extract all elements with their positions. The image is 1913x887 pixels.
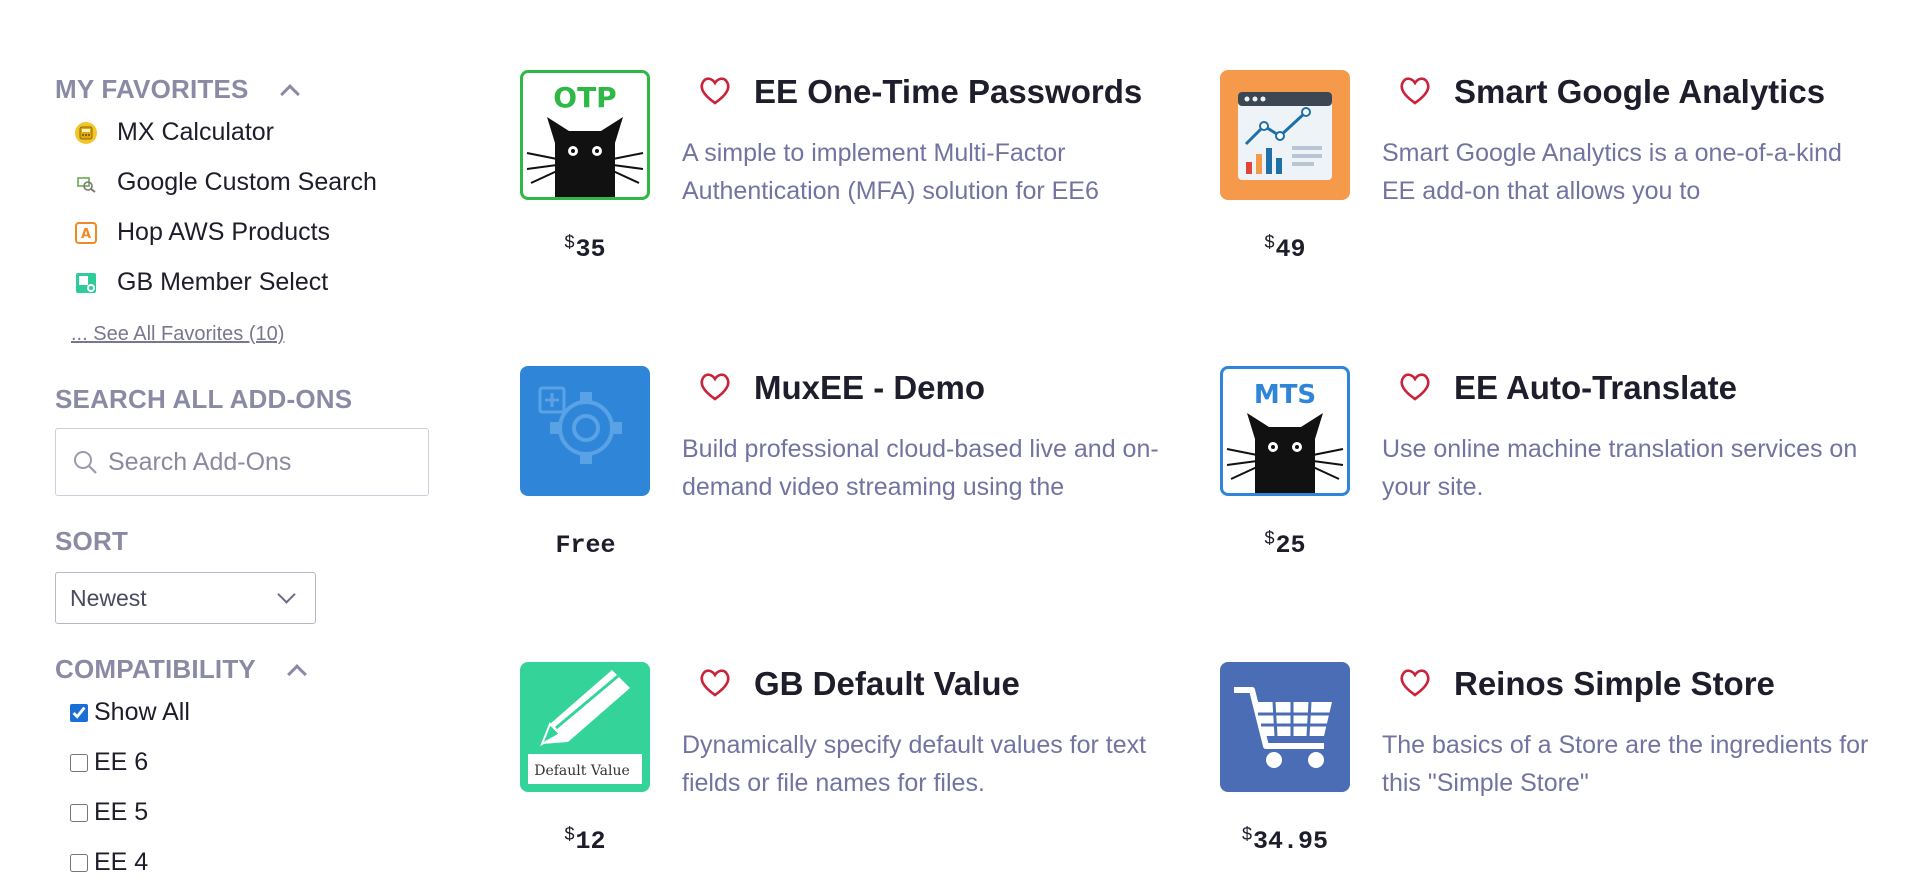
price-value: 49	[1275, 235, 1306, 264]
addon-title[interactable]: Reinos Simple Store	[1454, 662, 1775, 706]
addon-price: $12	[520, 824, 650, 856]
compat-option-show-all[interactable]: Show All	[70, 698, 190, 727]
ee4-checkbox[interactable]	[70, 853, 88, 872]
chevron-up-icon[interactable]	[279, 83, 300, 104]
currency-symbol: $	[564, 824, 575, 844]
analytics-chart-icon[interactable]	[1220, 70, 1350, 200]
show-all-checkbox[interactable]	[70, 703, 88, 722]
favorite-item-hop-aws-products[interactable]: A Hop AWS Products	[75, 218, 331, 247]
ee5-checkbox[interactable]	[70, 803, 88, 822]
addon-price: $25	[1220, 528, 1350, 560]
shopping-cart-icon[interactable]	[1220, 662, 1350, 792]
compatibility-heading[interactable]: COMPATIBILITY	[55, 654, 307, 685]
addon-card: Smart Google Analytics Smart Google Anal…	[1220, 70, 1910, 290]
addon-description: A simple to implement Multi-Factor Authe…	[682, 139, 1099, 205]
addon-description: Smart Google Analytics is a one-of-a-kin…	[1382, 139, 1842, 205]
chevron-up-icon[interactable]	[287, 663, 307, 684]
search-input[interactable]	[108, 439, 408, 485]
price-value: Free	[555, 531, 616, 560]
svg-text:Default Value: Default Value	[534, 763, 630, 779]
member-select-icon	[73, 270, 99, 296]
addon-price: $34.95	[1220, 824, 1350, 856]
mts-cat-icon[interactable]: MTS	[1220, 366, 1350, 496]
addon-description: The basics of a Store are the ingredient…	[1382, 731, 1869, 797]
heart-icon[interactable]	[1398, 372, 1432, 402]
heart-icon[interactable]	[698, 372, 732, 402]
search-heading: SEARCH ALL ADD-ONS	[55, 384, 353, 414]
heart-icon[interactable]	[1398, 668, 1432, 698]
addon-card: MTS EE Auto-Translate Use online machine…	[1220, 366, 1910, 586]
addon-card: MuxEE - Demo Build professional cloud-ba…	[520, 366, 1210, 586]
addon-description: Dynamically specify default values for t…	[682, 731, 1147, 797]
addon-card: OTP EE One-Time Passwords A simple to im…	[520, 70, 1210, 290]
compat-option-label: EE 6	[94, 748, 149, 776]
compat-option-label: EE 5	[94, 798, 149, 826]
addon-title[interactable]: GB Default Value	[754, 662, 1020, 706]
addon-card: Default Value GB Default Value Dynamical…	[520, 662, 1210, 882]
ee6-checkbox[interactable]	[70, 753, 88, 772]
search-box[interactable]	[55, 428, 429, 496]
favorites-heading[interactable]: MY FAVORITES	[55, 74, 300, 105]
currency-symbol: $	[1241, 824, 1252, 844]
sort-value: Newest	[70, 584, 147, 611]
search-engine-icon	[73, 170, 99, 196]
addon-price: $49	[1220, 232, 1350, 264]
sort-select[interactable]: Newest	[55, 572, 316, 624]
compat-option-ee6[interactable]: EE 6	[70, 748, 148, 777]
heart-icon[interactable]	[698, 76, 732, 106]
sort-heading: SORT	[55, 526, 129, 556]
addon-price: $35	[520, 232, 650, 264]
addon-title[interactable]: Smart Google Analytics	[1454, 70, 1825, 114]
svg-text:OTP: OTP	[553, 81, 616, 114]
addon-title[interactable]: EE Auto-Translate	[1454, 366, 1737, 410]
favorite-label: Google Custom Search	[117, 168, 377, 196]
heart-icon[interactable]	[698, 668, 732, 698]
calculator-icon	[73, 120, 99, 146]
gear-icon[interactable]	[520, 366, 650, 496]
pencil-icon[interactable]: Default Value	[520, 662, 650, 792]
compat-option-label: EE 4	[94, 848, 149, 876]
heart-icon[interactable]	[1398, 76, 1432, 106]
price-value: 35	[575, 235, 606, 264]
compatibility-heading-label: COMPATIBILITY	[55, 654, 256, 684]
price-value: 12	[575, 827, 606, 856]
addon-card: Reinos Simple Store The basics of a Stor…	[1220, 662, 1910, 882]
favorite-item-google-custom-search[interactable]: Google Custom Search	[77, 168, 377, 197]
price-value: 25	[1275, 531, 1306, 560]
price-value: 34.95	[1253, 827, 1329, 856]
otp-cat-icon[interactable]: OTP	[520, 70, 650, 200]
currency-symbol: $	[1264, 528, 1275, 548]
amazon-icon: A	[73, 220, 99, 246]
compat-option-ee5[interactable]: EE 5	[70, 798, 148, 827]
currency-symbol: $	[564, 232, 575, 252]
compat-option-label: Show All	[94, 698, 190, 726]
compat-option-ee4[interactable]: EE 4	[70, 848, 148, 877]
favorite-label: Hop AWS Products	[117, 218, 331, 246]
search-icon	[74, 451, 97, 474]
chevron-down-icon	[277, 585, 296, 604]
addon-description: Build professional cloud-based live and …	[682, 435, 1159, 501]
addon-description: Use online machine translation services …	[1382, 435, 1858, 501]
svg-text:MTS: MTS	[1254, 380, 1316, 410]
currency-symbol: $	[1264, 232, 1275, 252]
see-all-favorites-link[interactable]: ... See All Favorites (10)	[71, 323, 284, 346]
favorite-label: MX Calculator	[117, 118, 274, 146]
svg-text:A: A	[81, 227, 91, 242]
favorites-heading-label: MY FAVORITES	[55, 74, 249, 104]
addon-price: Free	[520, 528, 650, 560]
favorite-item-gb-member-select[interactable]: GB Member Select	[76, 268, 329, 297]
favorite-label: GB Member Select	[117, 268, 329, 296]
addon-title[interactable]: MuxEE - Demo	[754, 366, 985, 410]
favorite-item-mx-calculator[interactable]: MX Calculator	[75, 118, 274, 147]
addon-title[interactable]: EE One-Time Passwords	[754, 70, 1142, 114]
